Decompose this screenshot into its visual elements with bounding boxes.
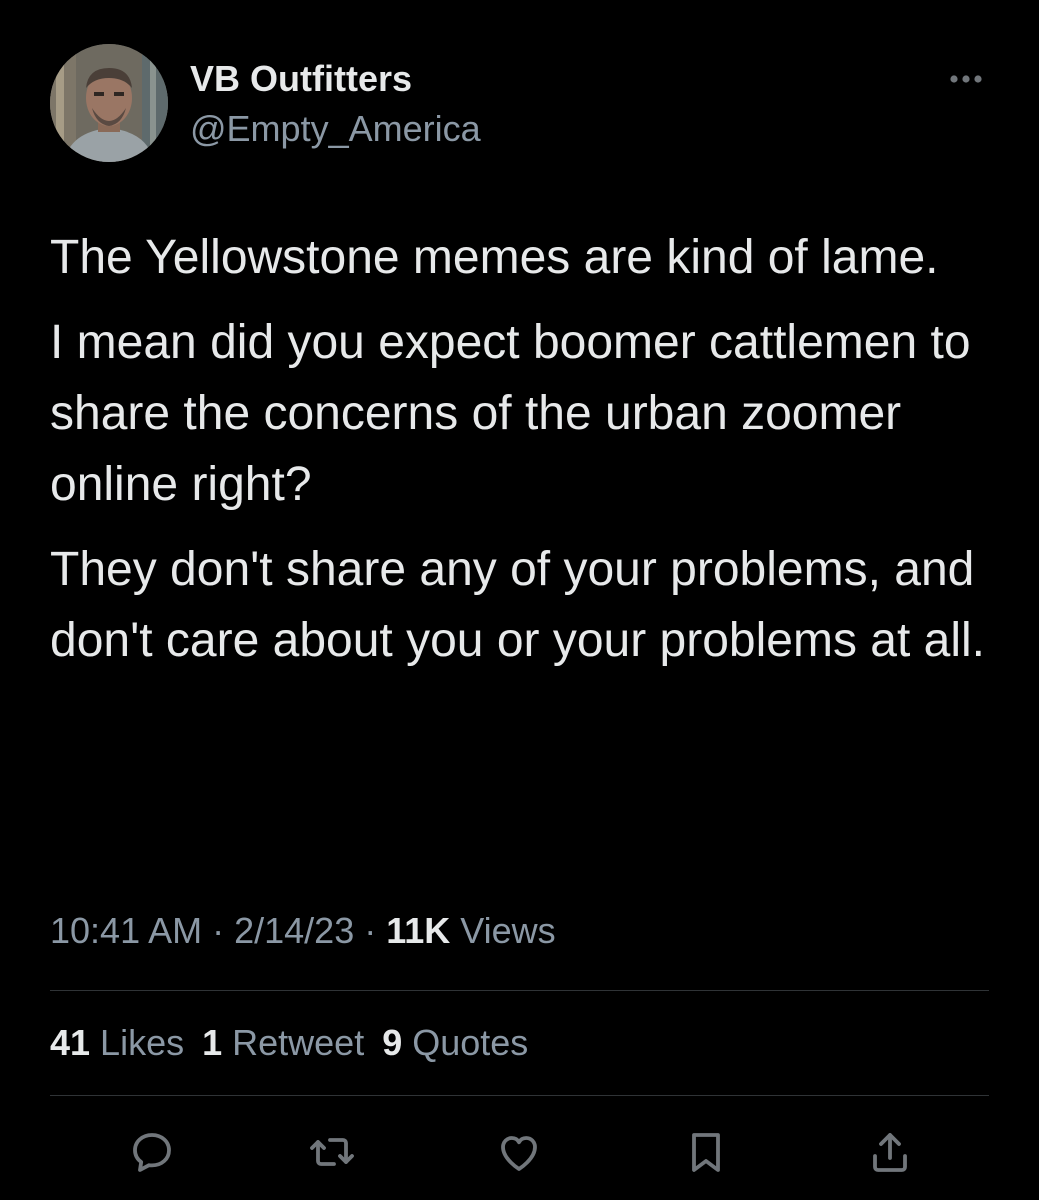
divider <box>50 990 989 991</box>
tweet-detail: VB Outfitters @Empty_America The Yellows… <box>0 0 1039 1200</box>
retweets-count: 1 <box>202 1022 223 1063</box>
author-display-name[interactable]: VB Outfitters <box>190 58 412 100</box>
divider <box>50 1095 989 1096</box>
avatar[interactable] <box>50 44 168 162</box>
share-icon <box>873 1133 907 1172</box>
likes-stat[interactable]: 41 Likes <box>50 1022 184 1063</box>
tweet-text: The Yellowstone memes are kind of lame. … <box>50 222 1010 690</box>
tweet-paragraph: They don't share any of your problems, a… <box>50 543 986 667</box>
quotes-label: Quotes <box>402 1022 529 1063</box>
retweet-button[interactable] <box>308 1128 356 1176</box>
bookmark-icon <box>692 1133 720 1172</box>
tweet-time[interactable]: 10:41 AM <box>50 910 202 951</box>
like-icon <box>501 1136 537 1171</box>
likes-label: Likes <box>90 1022 185 1063</box>
views-label[interactable]: Views <box>450 910 555 951</box>
tweet-paragraph: The Yellowstone memes are kind of lame. <box>50 231 939 284</box>
views-count[interactable]: 11K <box>386 910 450 951</box>
meta-separator: · <box>202 910 235 951</box>
tweet-date[interactable]: 2/14/23 <box>234 910 354 951</box>
meta-separator: · <box>354 910 387 951</box>
more-options-icon[interactable] <box>938 62 994 96</box>
share-button[interactable] <box>866 1128 914 1176</box>
retweets-stat[interactable]: 1 Retweet <box>202 1022 364 1063</box>
tweet-meta: 10:41 AM · 2/14/23 · 11K Views <box>50 910 556 952</box>
likes-count: 41 <box>50 1022 91 1063</box>
tweet-paragraph: I mean did you expect boomer cattlemen t… <box>50 316 971 511</box>
retweet-icon <box>310 1138 354 1166</box>
reply-icon <box>133 1133 171 1172</box>
author-handle[interactable]: @Empty_America <box>190 108 481 150</box>
reply-button[interactable] <box>128 1128 176 1176</box>
quotes-stat[interactable]: 9 Quotes <box>382 1022 528 1063</box>
avatar-image <box>50 44 168 162</box>
bookmark-button[interactable] <box>682 1128 730 1176</box>
like-button[interactable] <box>495 1128 543 1176</box>
retweets-label: Retweet <box>222 1022 365 1063</box>
engagement-stats: 41 Likes 1 Retweet 9 Quotes <box>50 1022 546 1064</box>
quotes-count: 9 <box>382 1022 403 1063</box>
